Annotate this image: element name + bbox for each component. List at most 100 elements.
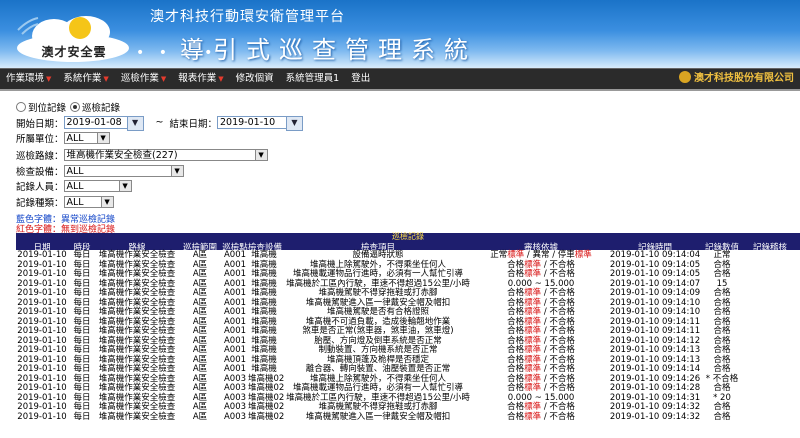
radio-arrival-record[interactable] bbox=[16, 102, 26, 112]
end-date-input[interactable]: 2019-01-10 ▼ bbox=[217, 116, 303, 131]
main-nav: 作業環境 ▼ 系統作業 ▼ 巡檢作業 ▼ 報表作業 ▼ 修改個資 系統管理員1 登出 澳… bbox=[0, 68, 800, 91]
col-value-cell: 合格 bbox=[713, 326, 731, 336]
nav-edit-profile[interactable]: 修改個資 bbox=[230, 69, 280, 89]
equipment-select[interactable]: ALL ▼ bbox=[63, 164, 184, 177]
col-date-cell: 2019-01-10 bbox=[17, 307, 67, 317]
radio-inspection-label: 巡檢記錄 bbox=[82, 103, 121, 114]
col-date-cell: 2019-01-10 bbox=[17, 345, 67, 355]
col-item-cell: 堆高機駕駛進入區一律戴安全帽及帽扣 bbox=[305, 411, 451, 422]
col-area-cell: A區 bbox=[192, 288, 208, 298]
col-item-cell: 離合器、轉向裝置、油壓裝置是否正常 bbox=[305, 364, 451, 374]
col-period-cell: 每日 bbox=[73, 402, 91, 412]
record-kind-select-value: ALL bbox=[66, 196, 84, 208]
nav-report-ops[interactable]: 報表作業 ▼ bbox=[172, 69, 229, 89]
calendar-dropdown-icon[interactable]: ▼ bbox=[286, 116, 303, 131]
person-label: 記錄人員： bbox=[16, 182, 64, 193]
col-value-cell: 合格 bbox=[713, 411, 731, 422]
col-point-cell: A003 bbox=[223, 383, 247, 393]
col-period-cell: 每日 bbox=[73, 250, 91, 260]
col-time-cell: 2019-01-10 09:14:28 bbox=[609, 383, 701, 393]
col-item-cell: 設備逼時狀態 bbox=[352, 250, 404, 260]
equipment-row: 檢查設備： ALL ▼ bbox=[16, 164, 316, 178]
col-date-cell: 2019-01-10 bbox=[17, 288, 67, 298]
col-value-cell: 合格 bbox=[713, 288, 731, 298]
col-point-cell: A003 bbox=[223, 402, 247, 412]
col-value-cell: 合格 bbox=[713, 402, 731, 412]
col-date-cell: 2019-01-10 bbox=[17, 402, 67, 412]
col-point-cell: A001 bbox=[223, 250, 247, 260]
nav-work-environment[interactable]: 作業環境 ▼ bbox=[0, 69, 57, 89]
dept-label: 所屬單位： bbox=[16, 134, 64, 145]
dept-select[interactable]: ALL ▼ bbox=[63, 132, 110, 144]
chevron-down-icon: ▼ bbox=[118, 181, 131, 191]
end-date-value: 2019-01-10 bbox=[220, 117, 276, 128]
col-period-cell: 每日 bbox=[73, 326, 91, 336]
col-equipment-cell: 堆高機02 bbox=[248, 383, 285, 393]
org-name: 澳才科技行動環安衛管理平台 bbox=[150, 9, 345, 25]
col-time-cell: 2019-01-10 09:14:09 bbox=[609, 288, 701, 298]
col-equipment-cell: 堆高機 bbox=[251, 288, 277, 298]
nav-user-name[interactable]: 系統管理員1 bbox=[280, 69, 346, 89]
table-row: 2019-01-10 每日 堆高機作業安全檢查 A區 A003 堆高機02 堆高機載運物品行… bbox=[16, 383, 800, 393]
col-equipment-cell: 堆高機02 bbox=[248, 402, 285, 412]
col-equipment-cell: 堆高機 bbox=[251, 307, 277, 317]
chevron-down-icon: ▼ bbox=[96, 133, 109, 143]
col-point-cell: A001 bbox=[223, 288, 247, 298]
table-header-row: 日期 時段 路線 巡檢範圍 巡檢點 檢查設備 檢查項目 審核依據 記錄時間 記錄數值 記錄稽核 bbox=[16, 241, 800, 253]
nav-inspection-ops[interactable]: 巡檢作業 ▼ bbox=[115, 69, 172, 89]
dept-select-value: ALL bbox=[66, 133, 84, 144]
col-time-cell: 2019-01-10 09:14:14 bbox=[609, 364, 701, 374]
person-select[interactable]: ALL ▼ bbox=[63, 180, 132, 192]
dropdown-triangle-icon: ▼ bbox=[218, 75, 224, 83]
col-time-cell: 2019-01-10 09:14:11 bbox=[609, 326, 701, 336]
end-date-label: 結束日期： bbox=[169, 118, 217, 130]
col-item-cell: 堆高機駕駛不得穿拖鞋或打赤腳 bbox=[318, 402, 438, 412]
col-criteria-cell: 合格標準 / 不合格 bbox=[507, 383, 575, 393]
col-point-cell: A001 bbox=[223, 307, 247, 317]
col-item-cell: 制動裝置、方向機系統是否正常 bbox=[318, 345, 438, 355]
radio-inspection-record[interactable] bbox=[70, 102, 81, 112]
start-date-label: 開始日期： bbox=[16, 118, 64, 130]
table-row: 2019-01-10 每日 堆高機作業安全檢查 A區 A001 堆高機 堆高機駕駛不得穿拖鞋… bbox=[16, 288, 800, 298]
col-equipment-cell: 堆高機 bbox=[251, 345, 277, 355]
col-date-cell: 2019-01-10 bbox=[17, 269, 67, 279]
col-point-cell: A001 bbox=[223, 364, 247, 374]
dropdown-triangle-icon: ▼ bbox=[46, 75, 52, 83]
table-row: 2019-01-10 每日 堆高機作業安全檢查 A區 A003 堆高機02 堆高機駕駛進入區… bbox=[16, 411, 800, 422]
col-time-cell: 2019-01-10 09:14:32 bbox=[609, 411, 701, 422]
col-period-cell: 每日 bbox=[73, 269, 91, 279]
start-date-input[interactable]: 2019-01-08 ▼ bbox=[63, 116, 144, 131]
nav-logout[interactable]: 登出 bbox=[345, 69, 376, 89]
col-point-cell: A003 bbox=[223, 411, 247, 422]
route-select[interactable]: 堆高機作業安全檢查(227) ▼ bbox=[63, 149, 268, 161]
col-point-cell: A001 bbox=[223, 345, 247, 355]
col-route-cell: 堆高機作業安全檢查 bbox=[98, 307, 176, 317]
table-row: 2019-01-10 每日 堆高機作業安全檢查 A區 A003 堆高機02 堆高機駕駛不得穿… bbox=[16, 402, 800, 412]
record-kind-row: 記錄種類： ALL ▼ bbox=[16, 195, 316, 209]
col-value-cell: 合格 bbox=[713, 269, 731, 279]
nav-label: 系統管理員1 bbox=[285, 73, 340, 84]
col-value-cell: 合格 bbox=[713, 307, 731, 317]
col-time-cell: 2019-01-10 09:14:13 bbox=[609, 345, 701, 355]
col-area-cell: A區 bbox=[192, 250, 208, 260]
start-date-value: 2019-01-08 bbox=[66, 117, 122, 128]
chevron-down-icon: ▼ bbox=[254, 150, 267, 160]
table-row: 2019-01-10 每日 堆高機作業安全檢查 A區 A001 堆高機 離合器、轉向裝置、油… bbox=[16, 364, 800, 374]
col-period-cell: 每日 bbox=[73, 411, 91, 422]
nav-system-ops[interactable]: 系統作業 ▼ bbox=[57, 69, 114, 89]
record-kind-select[interactable]: ALL ▼ bbox=[63, 195, 114, 208]
date-separator: ~ bbox=[155, 117, 164, 128]
col-period-cell: 每日 bbox=[73, 383, 91, 393]
calendar-dropdown-icon[interactable]: ▼ bbox=[126, 116, 144, 131]
col-period-cell: 每日 bbox=[73, 307, 91, 317]
record-kind-label: 記錄種類： bbox=[16, 197, 64, 209]
col-time-cell: 2019-01-10 09:14:04 bbox=[609, 250, 701, 260]
col-time-cell: 2019-01-10 09:14:10 bbox=[609, 307, 701, 317]
col-value-cell: 正常 bbox=[713, 250, 731, 260]
col-area-cell: A區 bbox=[192, 326, 208, 336]
col-period-cell: 每日 bbox=[73, 288, 91, 298]
col-area-cell: A區 bbox=[192, 402, 208, 412]
nav-label: 系統作業 bbox=[63, 73, 102, 84]
table-row: 2019-01-10 每日 堆高機作業安全檢查 A區 A001 堆高機 制動裝置、方向機系統… bbox=[16, 345, 800, 355]
col-route-cell: 堆高機作業安全檢查 bbox=[98, 326, 176, 336]
